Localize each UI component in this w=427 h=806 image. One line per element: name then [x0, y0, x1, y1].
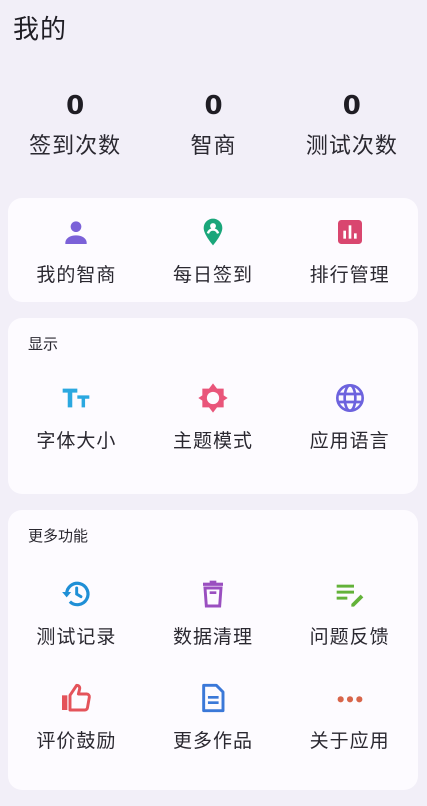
more-functions-card: 更多功能 测试记录 数据清理 问题反馈 评价鼓励 更多作品 关于应用	[8, 510, 418, 790]
history-icon	[60, 578, 92, 610]
globe-icon	[334, 382, 366, 414]
theme-mode-label: 主题模式	[173, 430, 254, 452]
daily-checkin-label: 每日签到	[173, 264, 254, 286]
person-icon	[60, 216, 92, 248]
app-language-label: 应用语言	[309, 430, 390, 452]
stat-value: 0	[204, 91, 223, 121]
data-cleanup-button[interactable]: 数据清理	[145, 578, 282, 650]
ranking-button[interactable]: 排行管理	[281, 216, 418, 288]
feedback-button[interactable]: 问题反馈	[281, 578, 418, 650]
stat-test-count[interactable]: 0 测试次数	[283, 86, 421, 166]
stat-label: 签到次数	[29, 134, 122, 159]
document-icon	[197, 682, 229, 714]
quick-actions-card: 我的智商 每日签到 排行管理	[8, 198, 418, 302]
brightness-icon	[197, 382, 229, 414]
page-title: 我的	[13, 15, 68, 45]
font-size-label: 字体大小	[36, 430, 117, 452]
rate-app-label: 评价鼓励	[36, 730, 117, 752]
display-card: 显示 字体大小 主题模式 应用语言	[8, 318, 418, 494]
test-history-button[interactable]: 测试记录	[8, 578, 145, 650]
about-app-label: 关于应用	[309, 730, 390, 752]
section-title: 更多功能	[28, 527, 89, 545]
more-apps-label: 更多作品	[173, 730, 254, 752]
ranking-label: 排行管理	[309, 264, 390, 286]
test-history-label: 测试记录	[36, 626, 117, 648]
feedback-label: 问题反馈	[309, 626, 390, 648]
about-app-button[interactable]: 关于应用	[281, 682, 418, 754]
stat-iq[interactable]: 0 智商	[144, 86, 282, 166]
my-iq-label: 我的智商	[36, 264, 117, 286]
thumb-up-icon	[60, 682, 92, 714]
edit-note-icon	[334, 578, 366, 610]
rate-app-button[interactable]: 评价鼓励	[8, 682, 145, 754]
stat-signin-count[interactable]: 0 签到次数	[6, 86, 144, 166]
my-iq-button[interactable]: 我的智商	[8, 216, 145, 288]
more-apps-button[interactable]: 更多作品	[145, 682, 282, 754]
data-cleanup-label: 数据清理	[173, 626, 254, 648]
font-size-button[interactable]: 字体大小	[8, 382, 145, 454]
stat-value: 0	[342, 91, 361, 121]
text-size-icon	[60, 382, 92, 414]
section-title: 显示	[28, 335, 59, 353]
stats-bar: 0 签到次数 0 智商 0 测试次数	[6, 86, 421, 166]
app-language-button[interactable]: 应用语言	[281, 382, 418, 454]
trash-icon	[197, 578, 229, 610]
stat-value: 0	[66, 91, 85, 121]
theme-mode-button[interactable]: 主题模式	[145, 382, 282, 454]
daily-checkin-button[interactable]: 每日签到	[145, 216, 282, 288]
more-dots-icon	[334, 682, 366, 714]
location-pin-icon	[197, 216, 229, 248]
stat-label: 智商	[190, 134, 237, 159]
bar-chart-icon	[334, 216, 366, 248]
stat-label: 测试次数	[305, 134, 398, 159]
